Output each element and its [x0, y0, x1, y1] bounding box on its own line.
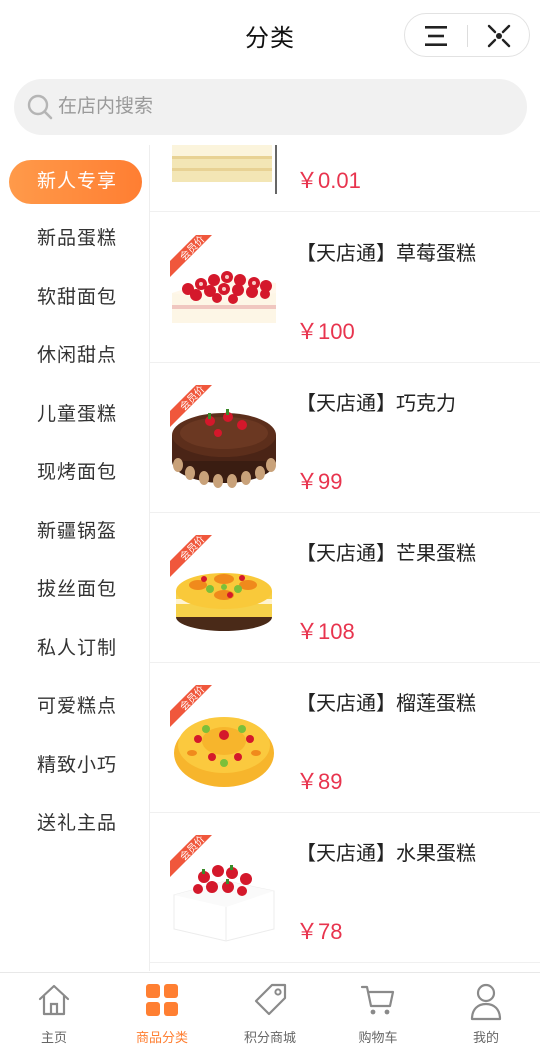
- product-price: ￥108: [296, 619, 355, 644]
- product-name: 【天店通】巧克力: [296, 393, 456, 415]
- search-bar[interactable]: [14, 79, 527, 135]
- user-icon: [470, 983, 502, 1021]
- product-name: 【天店通】水果蛋糕: [296, 843, 476, 865]
- search-input[interactable]: [58, 89, 498, 125]
- sidebar-item-label: 可爱糕点: [37, 696, 118, 717]
- tab-label: 积分商城: [243, 1030, 296, 1045]
- product-price: ￥78: [296, 919, 343, 944]
- grid-icon: [146, 984, 178, 1016]
- tab-cart[interactable]: 购物车: [324, 973, 432, 1046]
- sidebar-item-label: 送礼主品: [37, 813, 118, 834]
- sidebar-item-fresh-bread[interactable]: 现烤面包: [0, 451, 150, 495]
- sidebar-item-new-user[interactable]: 新人专享: [9, 160, 142, 204]
- sidebar-item-label: 新疆锅盔: [37, 521, 118, 542]
- member-price-badge: 会员价: [170, 535, 212, 577]
- product-name: 【天店通】榴莲蛋糕: [296, 693, 476, 715]
- search-icon: [27, 94, 53, 120]
- sidebar-item-label: 新品蛋糕: [37, 228, 118, 249]
- tab-label: 商品分类: [135, 1030, 188, 1045]
- close-button[interactable]: [468, 14, 530, 58]
- product-price: ￥0.01: [296, 168, 361, 193]
- product-price: ￥100: [296, 319, 355, 344]
- sidebar-item-label: 软甜面包: [37, 287, 118, 308]
- tag-icon: [254, 983, 287, 1016]
- sidebar-item-label: 新人专享: [37, 171, 118, 192]
- sidebar-item-kids-cakes[interactable]: 儿童蛋糕: [0, 393, 150, 437]
- sidebar-item-new-cakes[interactable]: 新品蛋糕: [0, 217, 150, 261]
- product-image: [168, 145, 280, 194]
- tab-categories[interactable]: 商品分类: [108, 973, 216, 1046]
- close-target-icon: [487, 24, 511, 48]
- member-price-badge: 会员价: [170, 835, 212, 877]
- sidebar-item-label: 现烤面包: [37, 462, 118, 483]
- sidebar-item-label: 精致小巧: [37, 755, 118, 776]
- menu-button[interactable]: [405, 14, 467, 58]
- product-card[interactable]: ￥0.01: [150, 145, 540, 212]
- product-card[interactable]: 会员价 【天店通】芒果蛋糕 ￥108: [150, 513, 540, 663]
- tab-profile[interactable]: 我的: [432, 973, 540, 1046]
- product-card[interactable]: 会员价 【天店通】水果蛋糕 ￥78: [150, 813, 540, 963]
- product-list: ￥0.01 会员价 【天店通】草莓蛋糕 ￥100 会员价 【天店通】巧克力 ￥9…: [150, 145, 540, 971]
- sidebar-item-label: 儿童蛋糕: [37, 404, 118, 425]
- product-name: 【天店通】草莓蛋糕: [296, 243, 476, 265]
- sidebar-item-small-treats[interactable]: 精致小巧: [0, 744, 150, 788]
- member-price-badge: 会员价: [170, 685, 212, 727]
- mini-program-capsule: [404, 13, 530, 57]
- category-sidebar: 新人专享 新品蛋糕 软甜面包 休闲甜点 儿童蛋糕 现烤面包 新疆锅盔 拔丝面包 …: [0, 145, 150, 971]
- sidebar-item-cute-pastries[interactable]: 可爱糕点: [0, 685, 150, 729]
- sidebar-item-xinjiang-guokui[interactable]: 新疆锅盔: [0, 510, 150, 554]
- sidebar-item-snack-desserts[interactable]: 休闲甜点: [0, 334, 150, 378]
- member-price-badge: 会员价: [170, 235, 212, 277]
- cart-icon: [360, 985, 395, 1015]
- tab-label: 购物车: [358, 1030, 398, 1045]
- product-price: ￥89: [296, 769, 343, 794]
- bottom-tab-bar: 主页 商品分类 积分商城 购物车 我的: [0, 972, 540, 1046]
- product-name: 【天店通】芒果蛋糕: [296, 543, 476, 565]
- tab-label: 主页: [40, 1030, 67, 1045]
- sidebar-item-label: 休闲甜点: [37, 345, 118, 366]
- sidebar-item-custom-order[interactable]: 私人订制: [0, 627, 150, 671]
- tab-home[interactable]: 主页: [0, 973, 108, 1046]
- sidebar-item-pulled-bread[interactable]: 拔丝面包: [0, 568, 150, 612]
- sidebar-item-label: 拔丝面包: [37, 579, 118, 600]
- member-price-badge: 会员价: [170, 385, 212, 427]
- sidebar-item-gift-items[interactable]: 送礼主品: [0, 802, 150, 846]
- home-icon: [38, 984, 70, 1016]
- product-card[interactable]: 会员价 【天店通】榴莲蛋糕 ￥89: [150, 663, 540, 813]
- product-card[interactable]: 会员价 【天店通】巧克力 ￥99: [150, 363, 540, 513]
- sidebar-item-label: 私人订制: [37, 638, 118, 659]
- sidebar-item-soft-bread[interactable]: 软甜面包: [0, 276, 150, 320]
- menu-icon: [425, 26, 447, 46]
- product-price: ￥99: [296, 469, 343, 494]
- category-page: 分类 在店内搜索 新人专享 新品蛋糕 软甜面包 休闲甜点 儿童蛋糕 现烤面包 新…: [0, 0, 540, 1046]
- product-card[interactable]: 会员价 【天店通】草莓蛋糕 ￥100: [150, 213, 540, 363]
- header-bar: 分类: [0, 0, 540, 72]
- tab-points-mall[interactable]: 积分商城: [216, 973, 324, 1046]
- tab-label: 我的: [472, 1030, 499, 1045]
